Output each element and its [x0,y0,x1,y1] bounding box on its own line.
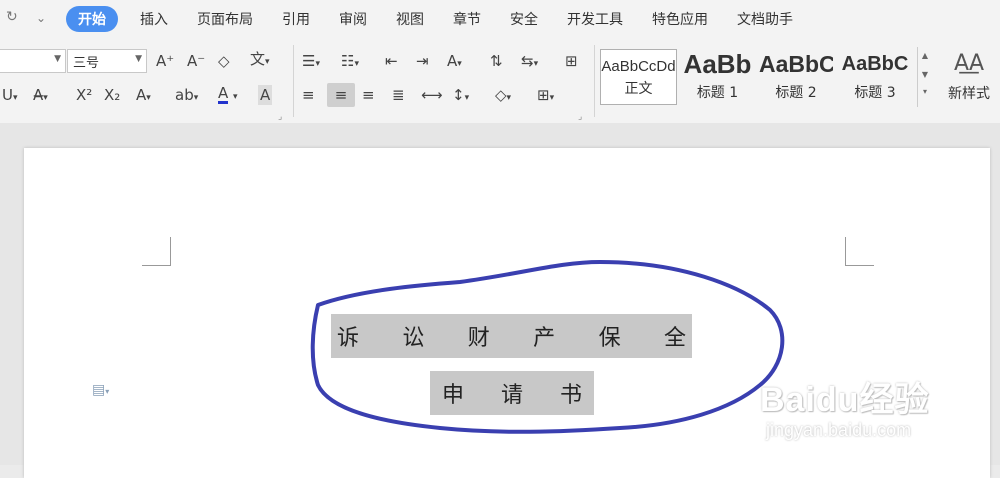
new-style-button[interactable]: A͟A 新样式 [941,49,997,103]
new-style-label: 新样式 [948,86,990,102]
menu-bar: ↻ ⌄ 开始 插入 页面布局 引用 审阅 视图 章节 安全 开发工具 特色应用 … [0,0,1000,37]
text-effect-icon[interactable]: A▾ [136,85,151,108]
align-right-icon[interactable]: ≡ [362,85,375,105]
font-color-icon[interactable]: A [218,85,229,104]
paragraph-handle-icon[interactable]: ▤▾ [92,382,109,398]
eraser-icon[interactable]: ◇ [218,51,230,71]
tab-home[interactable]: 开始 [66,6,118,32]
title-char: 讼 [402,326,425,351]
watermark-url: jingyan.baidu.com [766,420,912,440]
distributed-align-icon[interactable]: ⟷ [421,85,443,105]
font-size-select[interactable]: 三号 ▼ [67,49,147,73]
numbered-list-icon[interactable]: ☷▾ [341,51,359,74]
tab-review[interactable]: 审阅 [339,9,367,29]
borders-icon[interactable]: ⊞▾ [537,85,554,108]
line-spacing-icon[interactable]: ↕▾ [452,85,469,108]
ribbon-tabs: 开始 插入 页面布局 引用 审阅 视图 章节 安全 开发工具 特色应用 文档助手 [66,6,822,32]
sort-icon[interactable]: ⇅ [490,51,503,71]
underline-icon[interactable]: U▾ [2,85,18,108]
font-name-select[interactable]: ▼ [0,49,66,73]
tab-references[interactable]: 引用 [282,9,310,29]
line-spacing-options-icon[interactable]: ⇆▾ [521,51,538,74]
divider [594,45,595,117]
tab-view[interactable]: 视图 [396,9,424,29]
expand-icon[interactable]: ▾ [918,87,932,96]
title-line-1[interactable]: 诉 讼 财 产 保 全 [331,314,692,358]
align-center-icon[interactable]: ≡ [327,83,355,107]
ribbon: ▼ 三号 ▼ A⁺ A⁻ ◇ 文▾ U▾ A̶▾ X² X₂ A▾ ab▾ A … [0,37,1000,124]
chevron-down-icon[interactable]: ▾ [233,87,238,107]
style-name: 标题 3 [854,85,896,101]
strikethrough-icon[interactable]: A̶▾ [33,85,48,108]
margin-mark-right [845,237,874,266]
tab-section[interactable]: 章节 [453,9,481,29]
char-shading-icon[interactable]: A [258,85,273,105]
style-normal[interactable]: AaBbCcDd 正文 [600,49,677,105]
chevron-down-icon: ▼ [54,54,61,64]
chevron-down-icon[interactable]: ▼ [918,70,932,79]
decrease-indent-icon[interactable]: ⇤ [385,51,398,71]
chevron-down-icon[interactable]: ⌄ [36,11,46,25]
tab-page-layout[interactable]: 页面布局 [197,9,253,29]
title-char: 财 [467,326,490,351]
style-heading-2[interactable]: AaBbC 标题 2 [759,49,833,105]
margin-mark-left [142,237,171,266]
highlight-icon[interactable]: ab▾ [175,85,198,108]
style-heading-3[interactable]: AaBbC 标题 3 [838,49,912,105]
subscript-icon[interactable]: X₂ [104,85,120,105]
watermark-logo: Baidu经验 [760,381,930,419]
style-sample: AaBbC [759,51,833,77]
title-char: 保 [598,326,621,351]
style-sample: AaBb [683,49,752,79]
style-name: 标题 2 [775,85,817,101]
align-left-icon[interactable]: ≡ [302,85,315,105]
style-heading-1[interactable]: AaBb 标题 1 [681,49,754,105]
font-size-value: 三号 [73,56,100,71]
increase-indent-icon[interactable]: ⇥ [416,51,429,71]
title-char: 申 [442,383,465,408]
divider [293,45,294,117]
grow-font-icon[interactable]: A⁺ [156,51,174,71]
title-char: 请 [500,383,523,408]
style-gallery-scroll[interactable]: ▲ ▼ ▾ [917,47,932,107]
tab-developer[interactable]: 开发工具 [567,9,623,29]
chevron-up-icon[interactable]: ▲ [918,51,932,60]
justify-icon[interactable]: ≣ [392,85,405,105]
new-style-icon: A͟A [953,51,985,76]
style-name: 正文 [624,81,653,97]
title-char: 诉 [337,326,360,351]
tab-security[interactable]: 安全 [510,9,538,29]
style-sample: AaBbCcDd [601,58,676,75]
style-name: 标题 1 [696,85,739,101]
redo-icon[interactable]: ↻ [6,9,18,25]
title-line-2[interactable]: 申 请 书 [430,371,594,415]
text-direction-icon[interactable]: A▾ [447,51,462,74]
title-char: 书 [559,383,582,408]
chevron-down-icon: ▼ [135,54,142,64]
watermark: Baidu经验 jingyan.baidu.com [760,372,1000,465]
phonetic-guide-icon[interactable]: 文▾ [250,49,270,72]
tab-insert[interactable]: 插入 [140,9,168,29]
title-char: 全 [663,326,686,351]
superscript-icon[interactable]: X² [76,85,92,105]
bullet-list-icon[interactable]: ☰▾ [302,51,320,74]
tab-doc-assistant[interactable]: 文档助手 [737,9,793,29]
title-char: 产 [533,326,556,351]
paragraph-shading-icon[interactable]: ◇▾ [495,85,511,108]
tab-special[interactable]: 特色应用 [652,9,708,29]
style-sample: AaBbC [841,53,909,75]
table-insert-icon[interactable]: ⊞ [565,51,578,71]
shrink-font-icon[interactable]: A⁻ [187,51,205,71]
